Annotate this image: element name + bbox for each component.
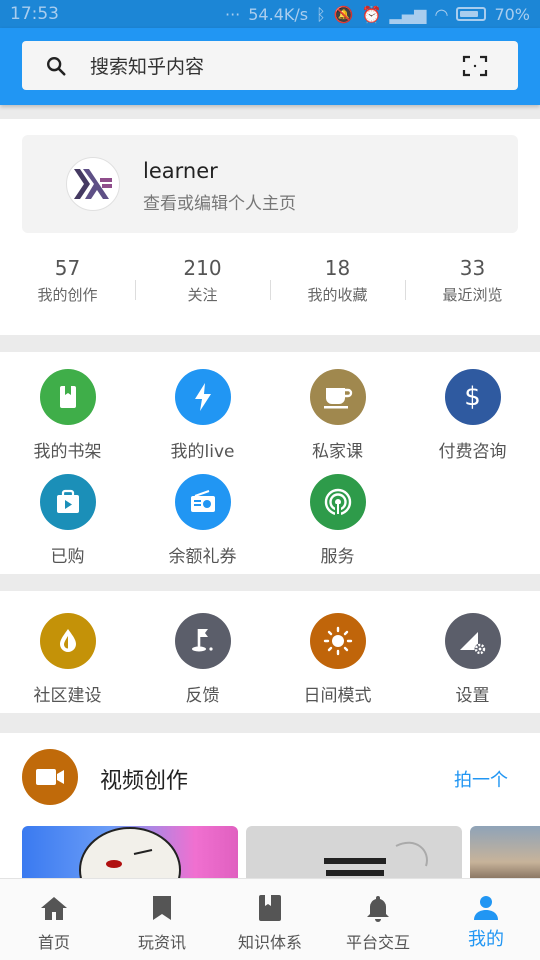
video-camera-icon — [22, 749, 78, 805]
stat-label: 我的收藏 — [307, 286, 368, 304]
scan-icon[interactable] — [432, 55, 518, 77]
stat-label: 最近浏览 — [442, 286, 503, 304]
stat-value: 18 — [324, 256, 351, 280]
bluetooth-icon: ᛒ — [316, 4, 326, 24]
stat-recent[interactable]: 33 最近浏览 — [405, 254, 540, 310]
battery-icon — [456, 7, 487, 21]
tool-community[interactable]: 社区建设 — [0, 613, 135, 706]
nav-home[interactable]: 首页 — [0, 879, 108, 960]
signal-icon — [309, 474, 366, 530]
service-paid-consult[interactable]: $ 付费咨询 — [405, 369, 540, 462]
service-label: 余额礼券 — [168, 547, 237, 567]
nav-label: 知识体系 — [237, 933, 302, 952]
profile-card[interactable]: learner 查看或编辑个人主页 — [22, 135, 518, 233]
stats-row: 57 我的创作 210 关注 18 我的收藏 33 最近浏览 — [0, 254, 540, 310]
status-time: 17:53 — [10, 4, 59, 24]
signal-icon: ▂▄▆ — [389, 4, 427, 24]
person-icon — [432, 893, 540, 923]
nav-label: 玩资讯 — [137, 933, 186, 952]
battery-level: 70% — [494, 4, 530, 24]
ubuntu-thumbnail-icon — [324, 841, 428, 876]
profile-name: learner — [143, 159, 218, 183]
tool-feedback[interactable]: 反馈 — [135, 613, 270, 706]
profile-subtitle: 查看或编辑个人主页 — [143, 194, 296, 214]
book-icon — [39, 369, 96, 425]
tool-day-mode[interactable]: 日间模式 — [270, 613, 405, 706]
stat-value: 210 — [183, 256, 222, 280]
video-thumbnail[interactable] — [246, 826, 462, 886]
book-icon — [216, 893, 324, 923]
service-private-course[interactable]: 私家课 — [270, 369, 405, 462]
video-title: 视频创作 — [100, 769, 189, 794]
nav-label: 平台交互 — [345, 933, 410, 952]
service-label: 我的书架 — [33, 442, 102, 462]
mute-icon: 🔕 — [333, 4, 354, 24]
haskell-logo-icon — [74, 169, 112, 199]
service-label: 已购 — [50, 547, 85, 567]
search-input[interactable]: 搜索知乎内容 — [22, 41, 518, 90]
network-speed: 54.4K/s — [248, 4, 309, 24]
alarm-icon: ⏰ — [361, 4, 382, 24]
tool-label: 设置 — [455, 686, 490, 706]
lightning-icon — [174, 369, 231, 425]
video-thumbnail[interactable] — [470, 826, 540, 886]
drop-icon — [39, 613, 96, 669]
shopping-bag-icon — [39, 474, 96, 530]
flag-icon — [174, 613, 231, 669]
nav-label: 首页 — [37, 933, 70, 952]
stat-following[interactable]: 210 关注 — [135, 254, 270, 310]
tool-settings[interactable]: 设置 — [405, 613, 540, 706]
wifi-icon: ◠ — [434, 4, 449, 24]
stat-value: 33 — [459, 256, 486, 280]
sun-icon — [309, 613, 366, 669]
dollar-icon: $ — [444, 369, 501, 425]
search-icon[interactable] — [22, 55, 90, 77]
tool-label: 日间模式 — [303, 686, 372, 706]
cup-icon — [309, 369, 366, 425]
bell-icon — [324, 893, 432, 923]
app-bar: 搜索知乎内容 — [0, 28, 540, 105]
more-icon: ··· — [224, 4, 241, 24]
avatar[interactable] — [66, 157, 120, 211]
home-icon — [0, 893, 108, 923]
service-balance[interactable]: 余额礼券 — [135, 474, 270, 567]
shoot-video-button[interactable]: 拍一个 — [454, 766, 508, 792]
nav-interaction[interactable]: 平台交互 — [324, 879, 432, 960]
search-placeholder: 搜索知乎内容 — [90, 56, 205, 78]
service-services[interactable]: 服务 — [270, 474, 405, 567]
tool-label: 反馈 — [185, 686, 220, 706]
stat-favorites[interactable]: 18 我的收藏 — [270, 254, 405, 310]
nav-news[interactable]: 玩资讯 — [108, 879, 216, 960]
status-bar: 17:53 ··· 54.4K/s ᛒ 🔕 ⏰ ▂▄▆ ◠ 70% — [0, 0, 540, 28]
tool-label: 社区建设 — [33, 686, 102, 706]
service-purchased[interactable]: 已购 — [0, 474, 135, 567]
service-bookshelf[interactable]: 我的书架 — [0, 369, 135, 462]
cartoon-character-icon — [79, 827, 181, 886]
video-thumbnail[interactable] — [22, 826, 238, 886]
video-section: 视频创作 拍一个 — [0, 733, 540, 886]
service-label: 付费咨询 — [438, 442, 507, 462]
bookmark-icon — [108, 893, 216, 923]
stat-value: 57 — [54, 256, 81, 280]
service-label: 私家课 — [312, 442, 363, 462]
settings-icon — [444, 613, 501, 669]
stat-creations[interactable]: 57 我的创作 — [0, 254, 135, 310]
nav-label: 我的 — [468, 929, 504, 950]
radio-icon — [174, 474, 231, 530]
service-live[interactable]: 我的live — [135, 369, 270, 462]
stat-label: 我的创作 — [37, 286, 98, 304]
nav-knowledge[interactable]: 知识体系 — [216, 879, 324, 960]
nav-mine[interactable]: 我的 — [432, 879, 540, 960]
stat-label: 关注 — [187, 286, 218, 304]
service-label: 服务 — [320, 547, 355, 567]
bottom-nav: 首页 玩资讯 知识体系 平台交互 我的 — [0, 878, 540, 960]
service-label: 我的live — [170, 442, 235, 462]
